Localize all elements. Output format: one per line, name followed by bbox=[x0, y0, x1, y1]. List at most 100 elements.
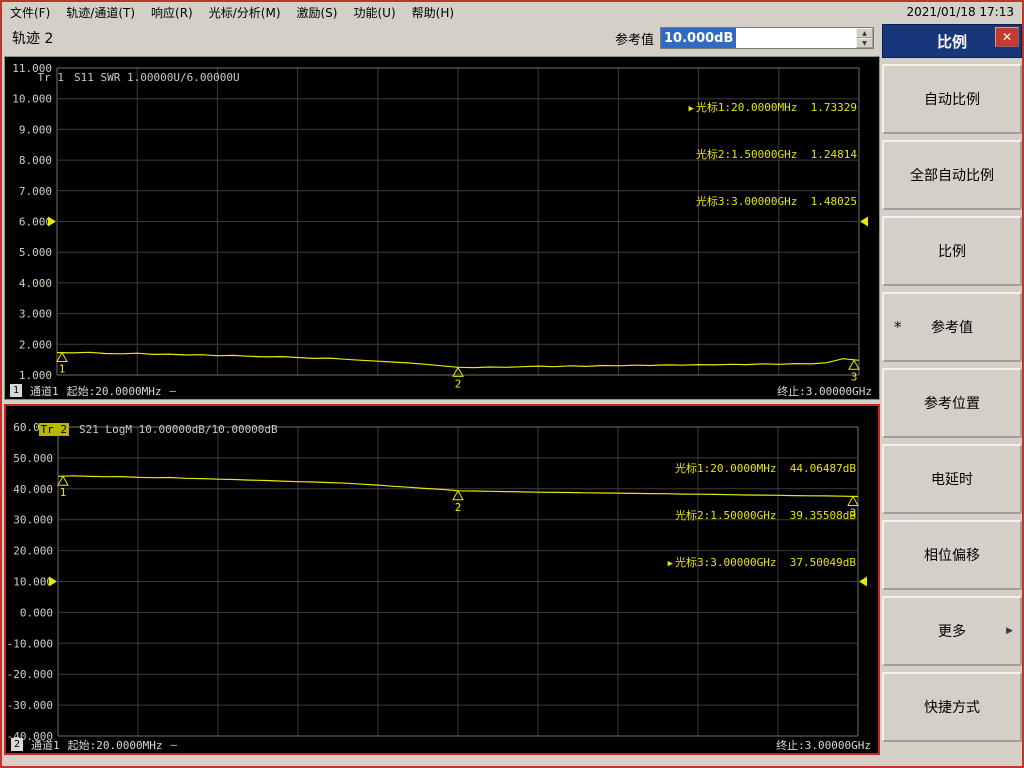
sidebar-button-scale[interactable]: 比例 bbox=[882, 216, 1022, 286]
marker-readout: 光标2:1.50000GHz 1.24814 bbox=[689, 147, 857, 164]
menu-stimulus[interactable]: 激励(S) bbox=[289, 2, 346, 22]
svg-text:7.000: 7.000 bbox=[19, 185, 52, 198]
svg-text:4.000: 4.000 bbox=[19, 277, 52, 290]
entry-toolbar: 轨迹 2 参考值 10.000dB ▲ ▼ bbox=[2, 22, 882, 54]
spinner: ▲ ▼ bbox=[856, 28, 873, 48]
svg-text:40.000: 40.000 bbox=[13, 483, 53, 496]
menu-response[interactable]: 响应(R) bbox=[143, 2, 201, 22]
svg-text:10.000: 10.000 bbox=[13, 576, 53, 589]
sidebar-button-auto-scale[interactable]: 自动比例 bbox=[882, 64, 1022, 134]
marker-readout: 光标1:20.0000MHz 44.06487dB bbox=[668, 461, 856, 478]
chart-window-trace1: 11.000 10.000 9.000 8.000 7.000 6.000 5.000 4.0… bbox=[4, 56, 880, 400]
sidebar-button-more[interactable]: 更多 ▶ bbox=[882, 596, 1022, 666]
start-frequency-label: 起始:20.0000MHz bbox=[66, 384, 162, 398]
button-label: 自动比例 bbox=[924, 92, 980, 108]
start-frequency-label: 起始:20.0000MHz bbox=[67, 738, 163, 752]
sidebar-button-electrical-delay[interactable]: 电延时 bbox=[882, 444, 1022, 514]
chart2-measurement: S21 LogM 10.00000dB/10.00000dB bbox=[79, 423, 278, 436]
svg-text:8.000: 8.000 bbox=[19, 154, 52, 167]
svg-text:3.000: 3.000 bbox=[19, 308, 52, 321]
chart1-status-row: 1 通道1 起始:20.0000MHz — 终止:3.00000GHz bbox=[10, 383, 872, 398]
chart1-title: Tr 1 S11 SWR 1.00000U/6.00000U bbox=[11, 58, 240, 97]
chart1-measurement: S11 SWR 1.00000U/6.00000U bbox=[74, 71, 240, 84]
trace-style-dash: — bbox=[169, 384, 177, 397]
stop-frequency-label: 终止:3.00000GHz bbox=[777, 384, 872, 398]
svg-text:50.000: 50.000 bbox=[13, 452, 53, 465]
sidebar-button-reference-position[interactable]: 参考位置 bbox=[882, 368, 1022, 438]
menu-file[interactable]: 文件(F) bbox=[2, 2, 58, 22]
sidebar-button-auto-scale-all[interactable]: 全部自动比例 bbox=[882, 140, 1022, 210]
menu-marker-analysis[interactable]: 光标/分析(M) bbox=[201, 2, 289, 22]
reference-value-input[interactable]: 10.000dB ▲ ▼ bbox=[660, 27, 874, 49]
svg-text:30.000: 30.000 bbox=[13, 514, 53, 527]
reference-value-input-blank bbox=[736, 28, 856, 48]
marker-readout-text: 光标1:20.0000MHz 1.73329 bbox=[695, 101, 857, 114]
svg-text:1: 1 bbox=[60, 486, 67, 499]
trace-style-dash: — bbox=[170, 738, 178, 751]
svg-text:1.000: 1.000 bbox=[19, 369, 52, 382]
chart1-trace-name[interactable]: Tr 1 bbox=[38, 71, 65, 84]
chart1-marker-readouts: ▶ 光标1:20.0000MHz 1.73329 光标2:1.50000GHz 1… bbox=[689, 70, 858, 241]
button-label: 电延时 bbox=[931, 472, 973, 488]
chart2-status-row: 2 通道1 起始:20.0000MHz — 终止:3.00000GHz bbox=[11, 737, 871, 752]
button-label: 参考位置 bbox=[924, 396, 980, 412]
sidebar-button-reference-value[interactable]: * 参考值 bbox=[882, 292, 1022, 362]
channel-label: 通道1 bbox=[30, 384, 59, 398]
svg-text:2.000: 2.000 bbox=[19, 338, 52, 351]
active-marker-arrow: ▶ bbox=[688, 104, 694, 114]
active-marker-arrow: ▶ bbox=[667, 559, 674, 569]
button-label: 比例 bbox=[938, 244, 966, 260]
marker-readout-text: 光标3:3.00000GHz 37.50049dB bbox=[675, 556, 856, 569]
stop-frequency-label: 终止:3.00000GHz bbox=[776, 738, 871, 752]
svg-text:5.000: 5.000 bbox=[19, 246, 52, 259]
svg-text:-10.000: -10.000 bbox=[7, 637, 53, 650]
menu-trace-channel[interactable]: 轨迹/通道(T) bbox=[58, 2, 143, 22]
reference-value-group: 参考值 10.000dB ▲ ▼ bbox=[615, 27, 874, 49]
chart-window-trace2-active: 60.000 50.000 40.000 30.000 20.000 10.000 0.00… bbox=[4, 404, 880, 755]
menu-function[interactable]: 功能(U) bbox=[345, 2, 403, 22]
softkey-sidebar: 比例 ✕ 自动比例 全部自动比例 比例 * 参考值 参考位置 电延时 相位偏移 更… bbox=[882, 24, 1022, 742]
svg-text:9.000: 9.000 bbox=[19, 123, 52, 136]
softkey-menu-title: 比例 ✕ bbox=[882, 24, 1022, 58]
reference-value-text: 10.000dB bbox=[661, 28, 737, 48]
svg-text:-20.000: -20.000 bbox=[7, 668, 53, 681]
marker-readout: ▶ 光标1:20.0000MHz 1.73329 bbox=[689, 100, 858, 117]
marker-readout: ▶ 光标3:3.00000GHz 37.50049dB bbox=[668, 555, 856, 572]
svg-text:20.000: 20.000 bbox=[13, 545, 53, 558]
button-label: 相位偏移 bbox=[924, 548, 980, 564]
spinner-up-button[interactable]: ▲ bbox=[856, 28, 873, 38]
svg-text:3: 3 bbox=[851, 370, 858, 383]
menu-bar: 文件(F) 轨迹/通道(T) 响应(R) 光标/分析(M) 激励(S) 功能(U… bbox=[2, 2, 1022, 22]
softkey-menu-title-text: 比例 bbox=[936, 32, 967, 51]
chart2-title: Tr 2 S21 LogM 10.00000dB/10.00000dB bbox=[12, 410, 278, 449]
spinner-down-button[interactable]: ▼ bbox=[856, 38, 873, 48]
marker-readout-text: 光标2:1.50000GHz 1.24814 bbox=[695, 148, 857, 161]
active-trace-label: 轨迹 2 bbox=[12, 31, 54, 47]
submenu-arrow-icon: ▶ bbox=[1006, 626, 1013, 636]
svg-text:-30.000: -30.000 bbox=[7, 699, 53, 712]
button-label: 更多 bbox=[938, 624, 966, 640]
button-label: 全部自动比例 bbox=[910, 168, 994, 184]
svg-text:2: 2 bbox=[455, 501, 462, 514]
marker-readout: 光标2:1.50000GHz 39.35508dB bbox=[668, 508, 856, 525]
chart2-marker-readouts: 光标1:20.0000MHz 44.06487dB 光标2:1.50000GHz… bbox=[668, 431, 856, 602]
menu-help[interactable]: 帮助(H) bbox=[404, 2, 462, 22]
chart2-trace-name[interactable]: Tr 2 bbox=[38, 423, 69, 436]
marker-readout-text: 光标1:20.0000MHz 44.06487dB bbox=[675, 462, 856, 475]
channel-number-badge: 1 bbox=[10, 384, 23, 397]
sidebar-button-phase-offset[interactable]: 相位偏移 bbox=[882, 520, 1022, 590]
channel-label: 通道1 bbox=[31, 738, 60, 752]
close-icon[interactable]: ✕ bbox=[995, 27, 1019, 47]
sidebar-button-shortcut[interactable]: 快捷方式 bbox=[882, 672, 1022, 742]
bottom-status-strip bbox=[2, 756, 1022, 766]
reference-value-label: 参考值 bbox=[614, 32, 654, 48]
marker-readout-text: 光标2:1.50000GHz 39.35508dB bbox=[675, 509, 856, 522]
marker-readout: 光标3:3.00000GHz 1.48025 bbox=[689, 194, 857, 211]
svg-text:0.000: 0.000 bbox=[20, 606, 53, 619]
datetime-display: 2021/01/18 17:13 bbox=[906, 5, 1014, 19]
button-label: 快捷方式 bbox=[924, 700, 980, 716]
svg-text:1: 1 bbox=[59, 362, 66, 375]
marker-readout-text: 光标3:3.00000GHz 1.48025 bbox=[695, 195, 857, 208]
channel-number-badge: 2 bbox=[11, 738, 24, 751]
svg-text:6.000: 6.000 bbox=[19, 216, 52, 229]
